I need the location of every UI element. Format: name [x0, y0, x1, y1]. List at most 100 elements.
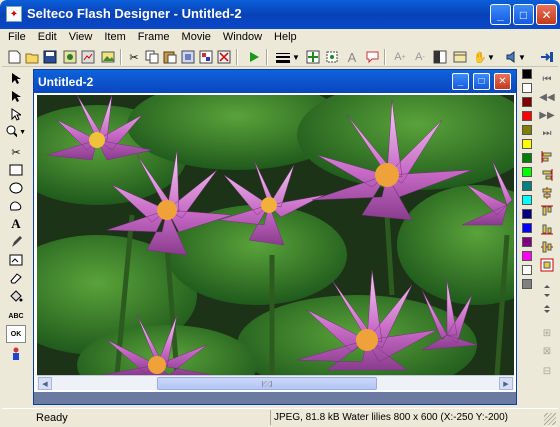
color-swatch-magenta[interactable] [522, 251, 532, 261]
color-swatch-blue[interactable] [522, 223, 532, 233]
polygon-icon[interactable] [6, 197, 26, 215]
prev-frame-icon[interactable]: ◀◀ [539, 89, 555, 105]
color-swatch-white[interactable] [522, 83, 532, 93]
scroll-left-icon[interactable]: ◀ [38, 377, 52, 390]
open-icon[interactable] [24, 49, 40, 65]
fill-icon[interactable] [432, 49, 448, 65]
arrow-select-icon[interactable] [6, 69, 26, 87]
menu-edit[interactable]: Edit [32, 29, 63, 47]
flip-icon[interactable]: ⊟ [539, 363, 555, 379]
font-bigger-icon[interactable]: A + [392, 49, 408, 65]
cut-icon[interactable]: ✂ [126, 49, 142, 65]
color-swatch-yellow[interactable] [522, 139, 532, 149]
save-icon[interactable] [42, 49, 58, 65]
rectangle-icon[interactable] [6, 161, 26, 179]
distribute-icon[interactable] [539, 257, 555, 273]
minimize-button[interactable]: _ [490, 4, 511, 25]
pen-icon[interactable] [6, 233, 26, 251]
play-icon[interactable] [246, 49, 262, 65]
color-swatch-white-2[interactable] [522, 265, 532, 275]
direct-select-icon[interactable] [6, 87, 26, 105]
scroll-right-icon[interactable]: ▶ [499, 377, 513, 390]
next-frame-icon[interactable]: ▶▶ [539, 107, 555, 123]
color-swatch-purple[interactable] [522, 237, 532, 247]
menu-view[interactable]: View [63, 29, 99, 47]
color-swatch-green[interactable] [522, 153, 532, 163]
color-swatch-red[interactable] [522, 111, 532, 121]
resize-grip[interactable] [544, 413, 556, 425]
hand-icon[interactable]: ✋ [472, 49, 488, 65]
stage-canvas[interactable] [37, 95, 514, 375]
group-icon[interactable] [198, 49, 214, 65]
line-width-icon[interactable] [272, 49, 294, 65]
align-right-icon[interactable] [539, 167, 555, 183]
bucket-icon[interactable] [6, 287, 26, 305]
zoom-icon[interactable]: ▼ [6, 123, 26, 141]
chevron-down-icon[interactable]: ▼ [292, 49, 300, 65]
image-tool-icon[interactable] [6, 251, 26, 269]
font-smaller-icon[interactable]: A- [412, 49, 428, 65]
chevron-down-icon[interactable]: ▼ [487, 49, 495, 65]
color-swatch-maroon[interactable] [522, 97, 532, 107]
color-swatch-lime[interactable] [522, 167, 532, 177]
cut-tool-icon[interactable]: ✂ [6, 143, 26, 161]
color-swatch-teal[interactable] [522, 181, 532, 191]
color-swatch-navy[interactable] [522, 209, 532, 219]
image-icon[interactable] [100, 49, 116, 65]
copy-icon[interactable] [144, 49, 160, 65]
eraser-icon[interactable] [6, 269, 26, 287]
menu-frame[interactable]: Frame [132, 29, 176, 47]
align-top-icon[interactable] [539, 203, 555, 219]
sprite-icon[interactable] [6, 345, 26, 363]
menu-file[interactable]: File [2, 29, 32, 47]
import-icon[interactable] [62, 49, 78, 65]
color-swatch-gray[interactable] [522, 279, 532, 289]
duplicate-icon[interactable] [180, 49, 196, 65]
color-swatch-cyan[interactable] [522, 195, 532, 205]
new-icon[interactable] [6, 49, 22, 65]
point-select-icon[interactable] [6, 105, 26, 123]
align-left-icon[interactable] [539, 149, 555, 165]
space-horizontal-icon[interactable] [539, 301, 555, 317]
last-frame-icon[interactable]: ⏭ [539, 125, 555, 141]
maximize-button[interactable]: □ [513, 4, 534, 25]
color-palette [518, 67, 536, 407]
layers-icon[interactable] [452, 49, 468, 65]
color-swatch-olive[interactable] [522, 125, 532, 135]
scroll-thumb[interactable] [157, 377, 377, 390]
exit-icon[interactable] [539, 49, 555, 65]
doc-close-button[interactable]: ✕ [494, 73, 511, 90]
menu-movie[interactable]: Movie [176, 29, 217, 47]
abc-icon[interactable]: ABC [6, 307, 26, 325]
ok-button-icon[interactable]: OK [6, 325, 26, 343]
text-tool-icon[interactable]: A [6, 215, 26, 233]
doc-maximize-button[interactable]: □ [473, 73, 490, 90]
callout-icon[interactable] [364, 49, 380, 65]
transform-icon[interactable] [324, 49, 340, 65]
doc-minimize-button[interactable]: _ [452, 73, 469, 90]
menu-window[interactable]: Window [217, 29, 268, 47]
align-bottom-icon[interactable] [539, 221, 555, 237]
toolbar-separator [266, 49, 268, 65]
menu-item[interactable]: Item [98, 29, 131, 47]
paste-icon[interactable] [162, 49, 178, 65]
export-icon[interactable] [80, 49, 96, 65]
first-frame-icon[interactable]: ⏮ [539, 71, 555, 87]
snap-icon[interactable] [305, 49, 321, 65]
chevron-down-icon[interactable]: ▼ [518, 49, 526, 65]
space-vertical-icon[interactable] [539, 283, 555, 299]
delete-icon[interactable] [216, 49, 232, 65]
resize-icon[interactable]: ⊞ [539, 325, 555, 341]
text-icon[interactable]: A [344, 49, 360, 65]
align-center-icon[interactable] [539, 185, 555, 201]
ellipse-icon[interactable] [6, 179, 26, 197]
align-middle-icon[interactable] [539, 239, 555, 255]
tool-panel: ▼ ✂ A ABC OK [2, 67, 32, 407]
color-swatch-black[interactable] [522, 69, 532, 79]
close-button[interactable]: ✕ [536, 4, 557, 25]
horizontal-scrollbar[interactable]: ◀ ▶ [37, 375, 514, 390]
right-toolbar: ⏮ ◀◀ ▶▶ ⏭ ⊞ ⊠ ⊟ [536, 47, 558, 407]
menu-help[interactable]: Help [268, 29, 303, 47]
rotate-icon[interactable]: ⊠ [539, 343, 555, 359]
status-image-info: JPEG, 81.8 kB Water lilies 800 x 600 (X:… [270, 410, 540, 425]
